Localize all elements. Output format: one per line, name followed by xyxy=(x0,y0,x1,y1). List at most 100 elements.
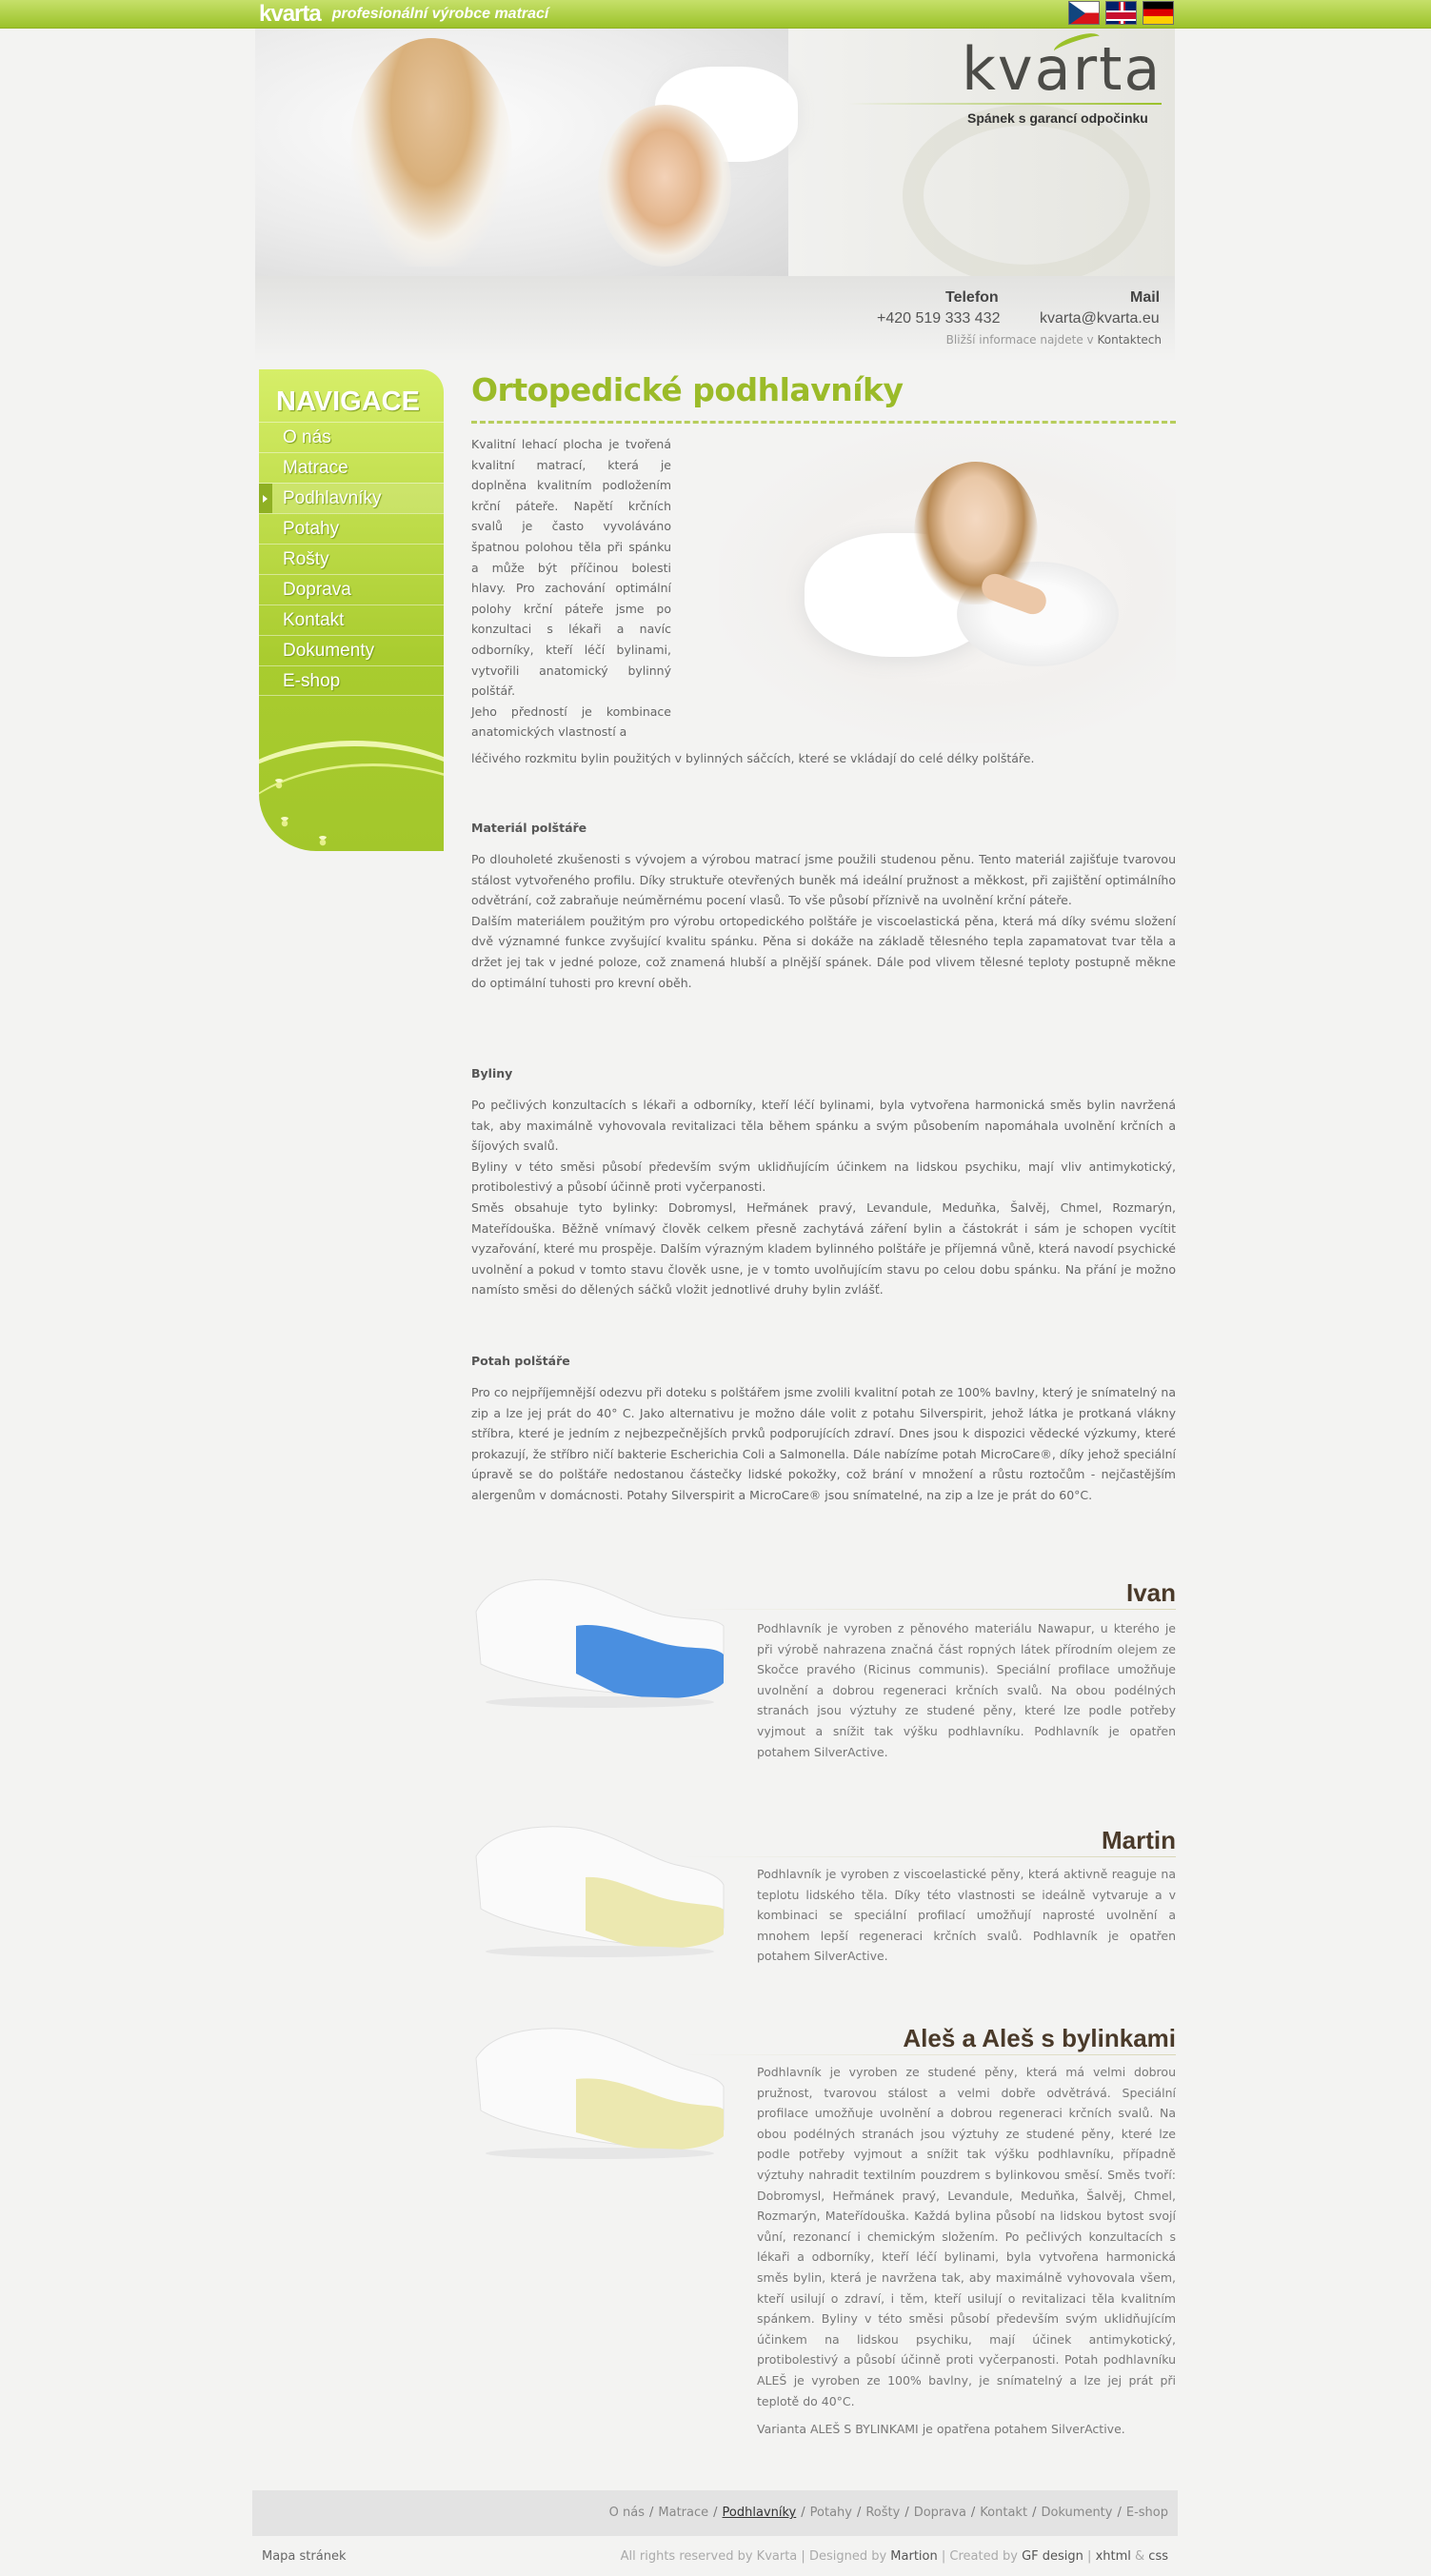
mail-label: Mail xyxy=(1130,289,1161,306)
product-name-martin: Martin xyxy=(1102,1826,1176,1854)
topbar-logo[interactable]: kvarta xyxy=(259,1,322,28)
byliny-text-1: Po pečlivých konzultacích s lékaři a odb… xyxy=(471,1098,1176,1154)
css-link[interactable]: css xyxy=(1148,2549,1168,2564)
contact-more-info: Bližší informace najdete v Kontaktech xyxy=(946,333,1162,347)
nav-decoration xyxy=(259,722,444,851)
logo-underline xyxy=(847,103,1162,105)
product-text-ales-body: Podhlavník je vyroben ze studené pěny, k… xyxy=(757,2065,1176,2408)
kvarta-logo[interactable]: kvarta Spánek s garancí odpočinku xyxy=(847,29,1162,126)
creator-link[interactable]: GF design xyxy=(1022,2549,1083,2564)
footer-link-doprava[interactable]: Doprava xyxy=(914,2506,966,2520)
product-name-ales: Aleš a Aleš s bylinkami xyxy=(903,2024,1176,2052)
ivan-pillow-image xyxy=(475,1578,725,1708)
designed-by-label: Designed by xyxy=(808,2549,887,2564)
intro-tail: léčivého rozkmitu bylin použitých v byli… xyxy=(471,751,1035,765)
footer-bottom: Mapa stránek All rights reserved by Kvar… xyxy=(252,2538,1178,2576)
footer-separator: / xyxy=(1032,2506,1037,2520)
logo-slogan: Spánek s garancí odpočinku xyxy=(967,110,1148,126)
byliny-text-3: Směs obsahuje tyto bylinky: Dobromysl, H… xyxy=(471,1199,1176,1298)
intro-text: Kvalitní lehací plocha je tvořená kvalit… xyxy=(471,437,671,699)
contact-area: Telefon +420 519 333 432 Mail kvarta@kva… xyxy=(255,276,1175,362)
footer-separator: / xyxy=(970,2506,976,2520)
product-name-ivan: Ivan xyxy=(1125,1578,1176,1607)
nav-item-o-nas[interactable]: O nás xyxy=(259,422,444,452)
product-divider xyxy=(681,2054,1176,2055)
xhtml-link[interactable]: xhtml xyxy=(1096,2549,1131,2564)
credits-divider: | xyxy=(801,2549,805,2564)
title-divider xyxy=(471,421,1176,424)
footer-links: O nás / Matrace / Podhlavníky / Potahy / Roš… xyxy=(609,2506,1168,2520)
material-text-1: Po dlouholeté zkušenosti s vývojem a výr… xyxy=(471,852,1176,908)
sidebar-navigation: NAVIGACE O nás Matrace Podhlavníky Potah… xyxy=(259,369,444,851)
uk-flag-icon[interactable] xyxy=(1105,1,1137,25)
footer-separator: / xyxy=(713,2506,718,2520)
pillow-shadow xyxy=(486,1946,714,1957)
top-bar: kvarta profesionální výrobce matrací xyxy=(0,0,1431,29)
product-note-ales: Varianta ALEŠ S BYLINKAMI je opatřena po… xyxy=(757,2422,1125,2437)
contact-more-prefix: Bližší informace najdete v xyxy=(945,333,1094,347)
byliny-text-2: Byliny v této směsi působí především svý… xyxy=(471,1159,1176,1195)
credits-ampersand: & xyxy=(1135,2549,1145,2564)
martin-pillow-image xyxy=(475,1826,725,1957)
footer-link-dokumenty[interactable]: Dokumenty xyxy=(1041,2506,1112,2520)
credits-divider: | xyxy=(941,2549,946,2564)
pillow-shadow xyxy=(486,2148,714,2159)
de-flag-icon[interactable] xyxy=(1143,1,1174,25)
nav-item-potahy[interactable]: Potahy xyxy=(259,513,444,544)
footer-link-potahy[interactable]: Potahy xyxy=(810,2506,852,2520)
children-pillow-photo xyxy=(255,29,798,276)
product-text-ales: Podhlavník je vyroben ze studené pěny, k… xyxy=(757,2062,1176,2440)
phone-label: Telefon xyxy=(945,289,999,306)
contacts-link[interactable]: Kontaktech xyxy=(1097,333,1162,347)
footer-separator: / xyxy=(1117,2506,1122,2520)
woman-with-pillow-photo xyxy=(719,428,1176,743)
byliny-paragraph: Po pečlivých konzultacích s lékaři a odb… xyxy=(471,1095,1176,1300)
footer-link-matrace[interactable]: Matrace xyxy=(658,2506,708,2520)
footer-link-podhlavniky[interactable]: Podhlavníky xyxy=(723,2506,797,2520)
product-text-ivan: Podhlavník je vyroben z pěnového materiá… xyxy=(757,1621,1176,1759)
footer-navigation: O nás / Matrace / Podhlavníky / Potahy / Roš… xyxy=(252,2490,1178,2536)
nav-item-rosty[interactable]: Rošty xyxy=(259,544,444,574)
ales-pillow-image xyxy=(475,2028,725,2159)
intro-paragraph: Kvalitní lehací plocha je tvořená kvalit… xyxy=(471,434,671,743)
nav-item-podhlavniky[interactable]: Podhlavníky xyxy=(259,483,444,513)
cz-flag-icon[interactable] xyxy=(1068,1,1100,25)
intro-text-2: Jeho předností je kombinace anatomických… xyxy=(471,703,671,740)
flower-icon xyxy=(316,836,329,849)
material-text-2: Dalším materiálem použitým pro výrobu or… xyxy=(471,913,1176,990)
page-title: Ortopedické podhlavníky xyxy=(471,371,904,408)
credits-divider: | xyxy=(1087,2549,1092,2564)
created-by-label: Created by xyxy=(949,2549,1018,2564)
child-photo-left xyxy=(350,38,512,267)
section-heading-material: Materiál polštáře xyxy=(471,821,587,835)
footer-separator: / xyxy=(904,2506,909,2520)
footer-link-o-nas[interactable]: O nás xyxy=(609,2506,645,2520)
flower-icon xyxy=(272,779,286,792)
nav-item-doprava[interactable]: Doprava xyxy=(259,574,444,604)
pillow-shadow xyxy=(486,1696,714,1708)
decorative-swirl xyxy=(903,105,1150,276)
child-photo-right xyxy=(598,105,731,267)
footer-separator: / xyxy=(856,2506,862,2520)
designer-link[interactable]: Martion xyxy=(890,2549,937,2564)
material-paragraph: Po dlouholeté zkušenosti s vývojem a výr… xyxy=(471,849,1176,993)
nav-list: O nás Matrace Podhlavníky Potahy Rošty D… xyxy=(259,422,444,696)
footer-link-eshop[interactable]: E-shop xyxy=(1126,2506,1168,2520)
sitemap-link[interactable]: Mapa stránek xyxy=(262,2549,346,2564)
footer-link-kontakt[interactable]: Kontakt xyxy=(980,2506,1027,2520)
product-divider xyxy=(681,1609,1176,1610)
nav-item-matrace[interactable]: Matrace xyxy=(259,452,444,483)
nav-item-kontakt[interactable]: Kontakt xyxy=(259,604,444,635)
footer-separator: / xyxy=(801,2506,805,2520)
topbar-brand[interactable]: kvarta profesionální výrobce matrací xyxy=(259,1,548,28)
footer-link-rosty[interactable]: Rošty xyxy=(865,2506,900,2520)
nav-item-eshop[interactable]: E-shop xyxy=(259,665,444,696)
phone-value: +420 519 333 432 xyxy=(877,310,1001,327)
flower-icon xyxy=(278,817,291,830)
language-switcher xyxy=(1068,1,1174,25)
section-heading-potah: Potah polštáře xyxy=(471,1354,570,1368)
footer-credits: All rights reserved by Kvarta | Designed… xyxy=(621,2549,1168,2564)
mail-value[interactable]: kvarta@kvarta.eu xyxy=(1040,310,1160,327)
footer-separator: / xyxy=(649,2506,654,2520)
nav-item-dokumenty[interactable]: Dokumenty xyxy=(259,635,444,665)
